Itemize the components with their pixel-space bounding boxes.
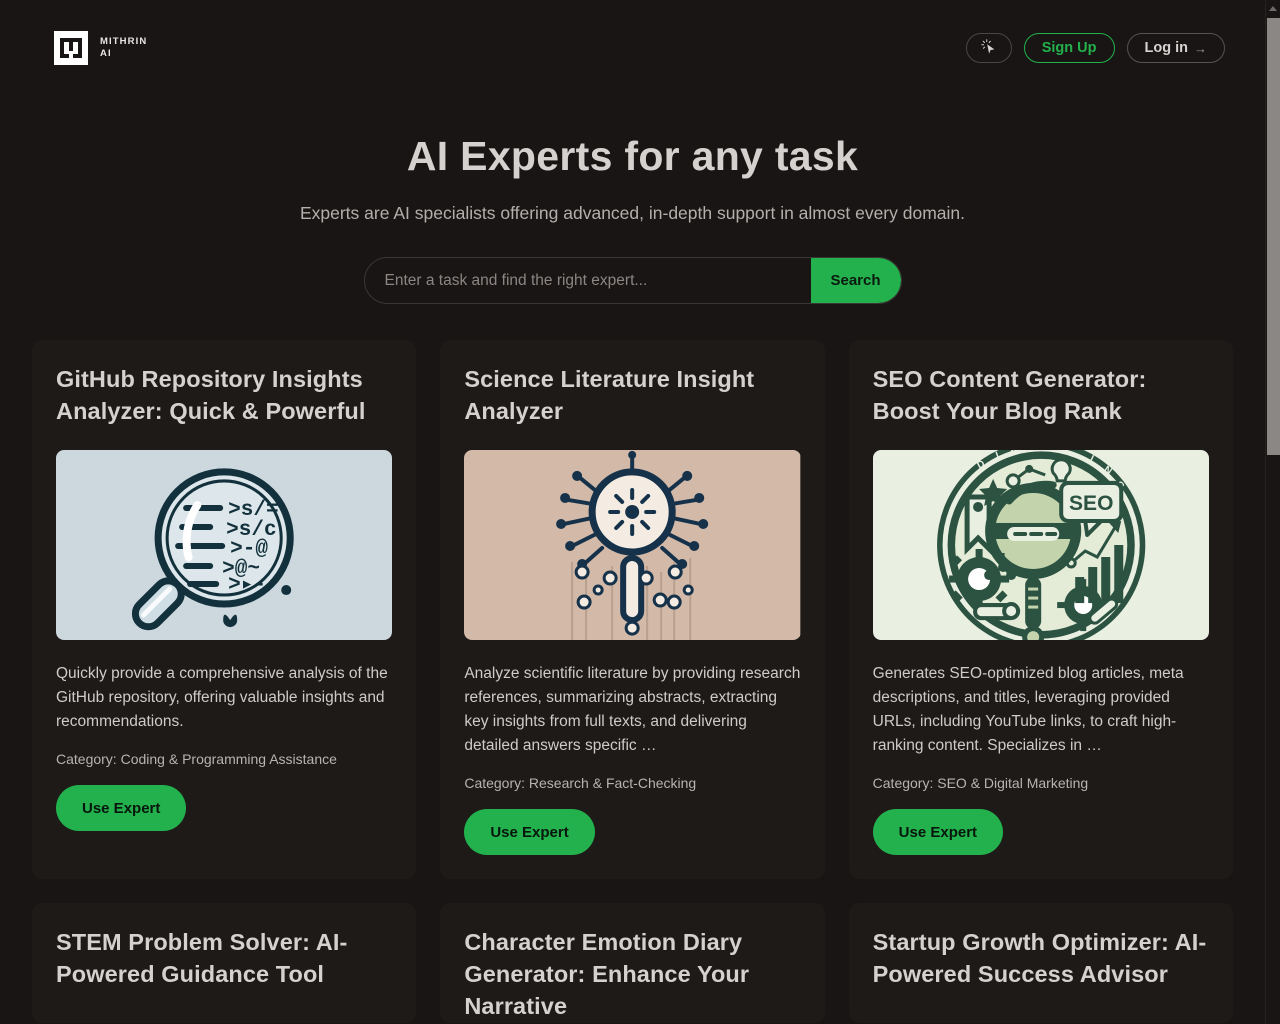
cursor-sparkle-icon (980, 38, 998, 59)
svg-text:>▸-: >▸- (228, 574, 266, 597)
expert-card-grid-row-2: STEM Problem Solver: AI-Powered Guidance… (0, 903, 1265, 1023)
expert-card-title: SEO Content Generator: Boost Your Blog R… (872, 366, 1147, 425)
brand-logo[interactable]: MITHRIN AI (54, 31, 147, 65)
expert-card[interactable]: Character Emotion Diary Generator: Enhan… (440, 903, 825, 1023)
arrow-right-icon: → (1194, 40, 1207, 56)
expert-card-description: Quickly provide a comprehensive analysis… (56, 665, 388, 731)
expert-card[interactable]: SEO Content Generator: Boost Your Blog R… (848, 340, 1233, 880)
expert-card[interactable]: GitHub Repository Insights Analyzer: Qui… (32, 340, 417, 880)
brand-line-1: MITHRIN (100, 36, 148, 48)
expert-card-category: Category: Coding & Programming Assistanc… (56, 751, 337, 768)
use-expert-button[interactable]: Use Expert (56, 785, 187, 832)
log-in-button[interactable]: Log in → (1126, 33, 1225, 63)
svg-text:SEO: SEO (1069, 492, 1113, 515)
search-button[interactable]: Search (810, 258, 901, 304)
site-header: MITHRIN AI Sign Up Log in → (0, 0, 1265, 96)
expert-card-title: Science Literature Insight Analyzer (464, 366, 755, 425)
search-bar: Search (363, 257, 902, 305)
page-scrollbar[interactable] (1265, 0, 1280, 1024)
expert-card-title: GitHub Repository Insights Analyzer: Qui… (56, 366, 366, 425)
hero-section: AI Experts for any task Experts are AI s… (0, 96, 1265, 305)
magnifier-over-code-illustration-icon: >s/= >s/c >-@ >@~ >▸- (56, 450, 393, 640)
expert-card-category: Category: SEO & Digital Marketing (872, 775, 1089, 792)
brand-wordmark: MITHRIN AI (100, 36, 147, 60)
expert-card[interactable]: STEM Problem Solver: AI-Powered Guidance… (32, 903, 417, 1023)
expert-card-title: Startup Growth Optimizer: AI-Powered Suc… (872, 929, 1207, 988)
expert-card-description: Analyze scientific literature by providi… (464, 665, 801, 755)
magnifier-network-nodes-illustration-icon (464, 450, 801, 640)
search-input[interactable] (364, 258, 811, 304)
cursor-sparkle-button[interactable] (965, 33, 1012, 63)
hero-subtitle: Experts are AI specialists offering adva… (299, 203, 966, 224)
log-in-label: Log in (1144, 40, 1189, 56)
mithrin-m-logo-icon (54, 31, 88, 65)
expert-card[interactable]: Startup Growth Optimizer: AI-Powered Suc… (848, 903, 1233, 1023)
expert-card-description: Generates SEO-optimized blog articles, m… (872, 665, 1184, 755)
expert-card-title: Character Emotion Diary Generator: Enhan… (464, 929, 750, 1019)
page-title: AI Experts for any task (406, 133, 859, 179)
page-viewport: MITHRIN AI Sign Up Log in → AI Experts f… (0, 0, 1265, 1024)
expert-card[interactable]: Science Literature Insight Analyzer Anal… (440, 340, 825, 880)
sign-up-label: Sign Up (1041, 40, 1097, 56)
expert-card-title: STEM Problem Solver: AI-Powered Guidance… (56, 929, 348, 988)
sign-up-button[interactable]: Sign Up (1023, 33, 1115, 63)
expert-card-category: Category: Research & Fact-Checking (464, 775, 697, 792)
scrollbar-thumb[interactable] (1267, 18, 1280, 455)
use-expert-button[interactable]: Use Expert (464, 809, 595, 856)
use-expert-button[interactable]: Use Expert (872, 809, 1004, 856)
scroll-up-arrow-icon[interactable] (1266, 0, 1280, 16)
seo-badge-magnifier-illustration-icon: D I G I N G (872, 450, 1209, 640)
expert-card-grid: GitHub Repository Insights Analyzer: Qui… (0, 340, 1265, 880)
header-actions: Sign Up Log in → (965, 33, 1225, 63)
brand-line-2: AI (100, 48, 112, 59)
